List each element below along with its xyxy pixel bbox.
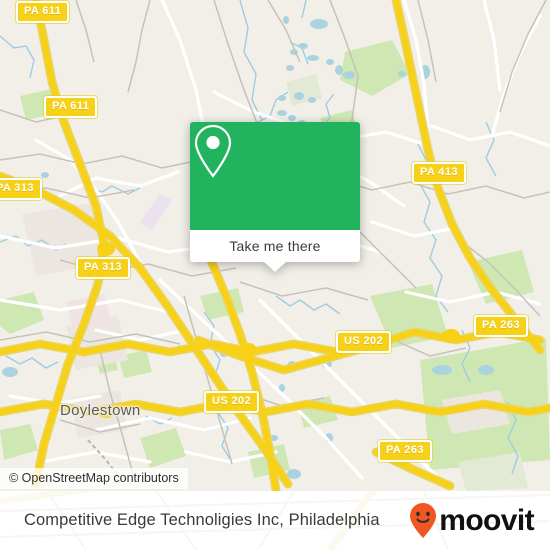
map-canvas[interactable]: Doylestown PA 611 PA 611 PA 313 PA 313 P… <box>0 0 550 491</box>
road-shield: PA 611 <box>44 96 98 118</box>
road-shield: US 202 <box>204 391 260 413</box>
map-pin-icon <box>194 124 232 178</box>
road-shield: PA 413 <box>412 162 466 184</box>
road-shield: PA 313 <box>0 178 42 200</box>
place-label-doylestown: Doylestown <box>60 402 141 419</box>
moovit-smiley-pin-icon <box>410 502 437 538</box>
road-shield: US 202 <box>336 331 392 353</box>
take-me-there-button[interactable]: Take me there <box>190 230 360 262</box>
moovit-wordmark: moovit <box>439 503 534 537</box>
road-shield: PA 611 <box>16 1 70 23</box>
location-popup-card[interactable]: Take me there <box>190 122 360 272</box>
footer-bar: Competitive Edge Technoligies Inc, Phila… <box>0 491 550 550</box>
map-screenshot: Doylestown PA 611 PA 611 PA 313 PA 313 P… <box>0 0 550 550</box>
road-shield: PA 263 <box>474 315 528 337</box>
popup-pointer-tail <box>264 262 286 272</box>
popup-icon-area <box>190 122 360 230</box>
page-title: Competitive Edge Technoligies Inc, Phila… <box>24 511 380 529</box>
road-shield: PA 263 <box>378 440 432 462</box>
take-me-there-label: Take me there <box>229 238 321 254</box>
moovit-logo[interactable]: moovit <box>408 502 535 540</box>
road-shield: PA 313 <box>76 257 130 279</box>
map-attribution[interactable]: © OpenStreetMap contributors <box>0 468 188 489</box>
